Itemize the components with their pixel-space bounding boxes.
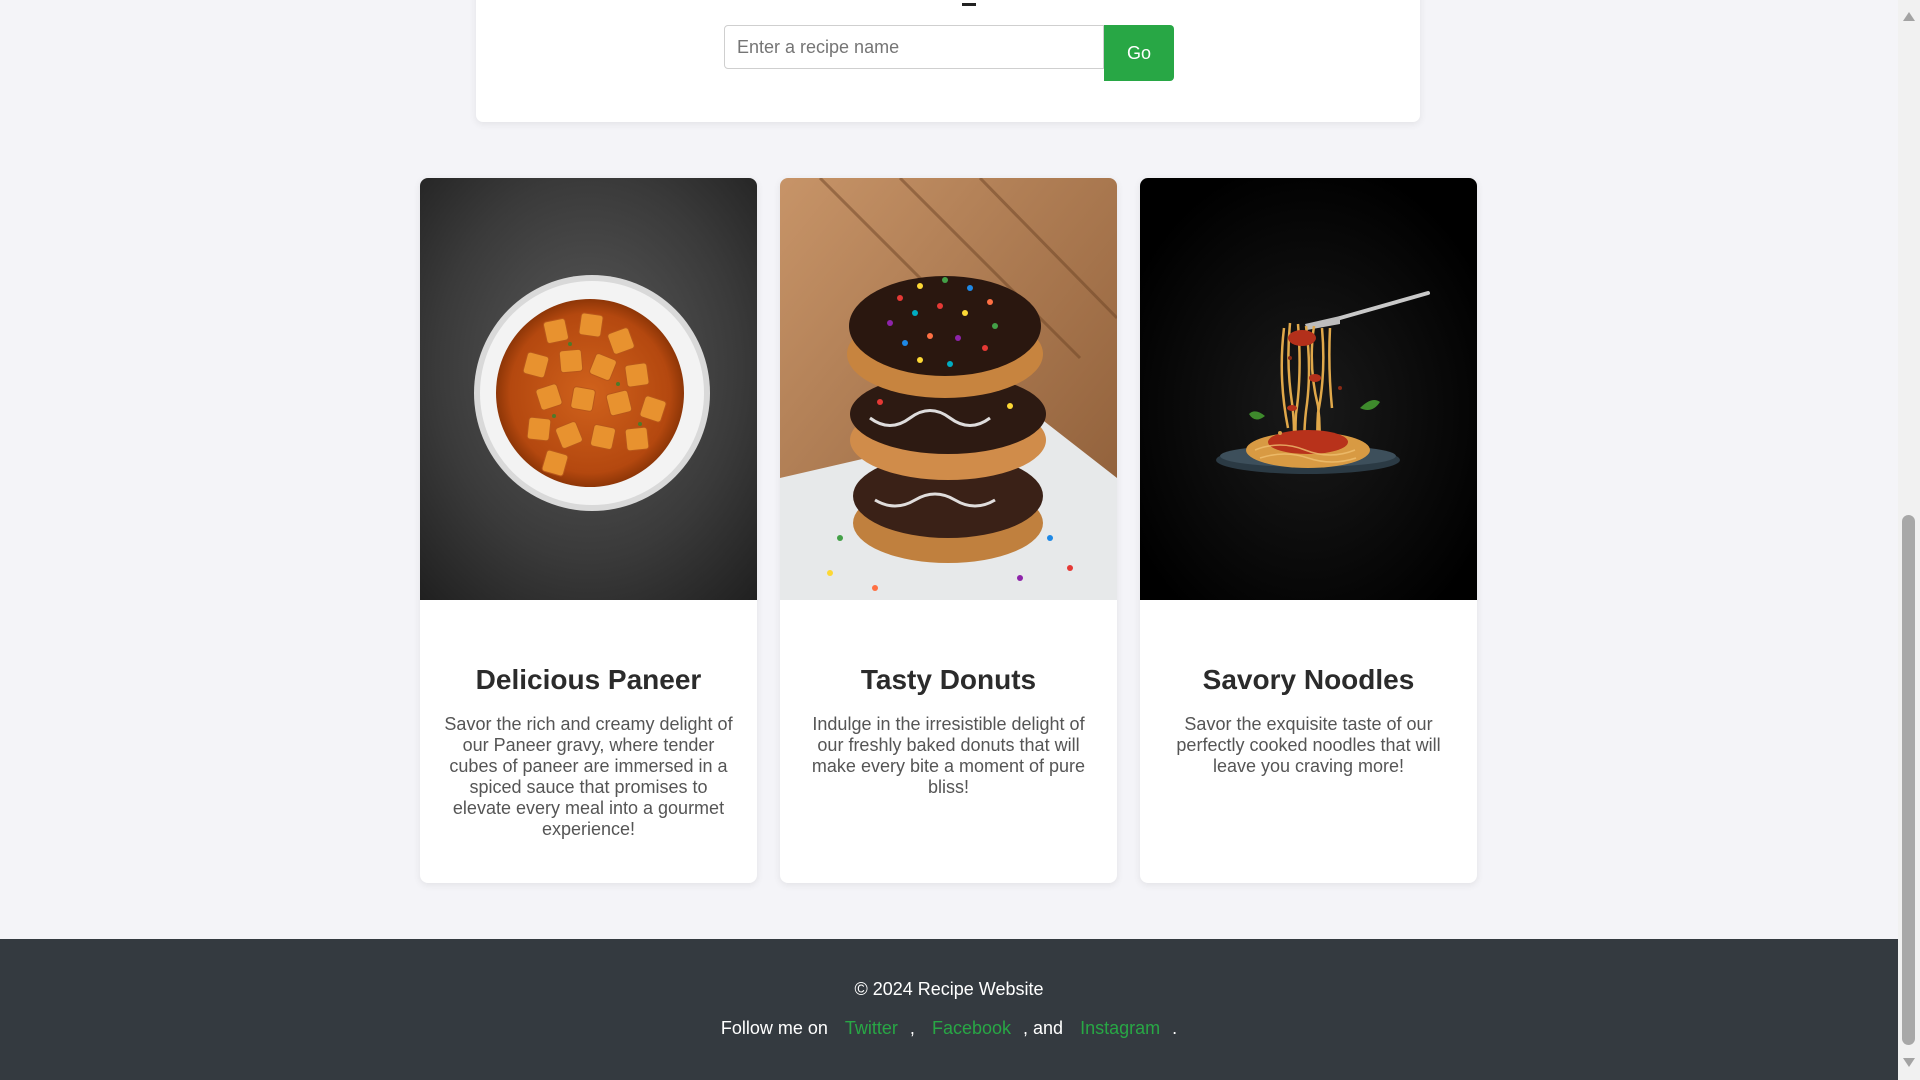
instagram-link[interactable]: Instagram	[1080, 1018, 1160, 1038]
go-button[interactable]: Go	[1104, 25, 1174, 81]
facebook-link[interactable]: Facebook	[932, 1018, 1011, 1038]
separator: ,	[909, 1018, 915, 1038]
social-links: Follow me on Twitter, Facebook , and Inst…	[0, 1018, 1898, 1039]
recipe-title: Tasty Donuts	[860, 664, 1037, 695]
recipe-title: Savory Noodles	[1202, 664, 1415, 695]
scroll-up-arrow-icon[interactable]	[1903, 12, 1915, 21]
separator: , and	[1023, 1018, 1064, 1038]
twitter-link[interactable]: Twitter	[845, 1018, 898, 1038]
site-footer: © 2024 Recipe Website Follow me on Twitt…	[0, 939, 1898, 1080]
recipe-description: Savor the rich and creamy delight of our…	[444, 714, 733, 839]
recipe-title: Delicious Paneer	[475, 664, 702, 695]
follow-prefix: Follow me on	[720, 1018, 828, 1038]
donuts-image	[780, 178, 1117, 600]
copyright-text: © 2024 Recipe Website	[854, 979, 1044, 999]
recipe-description: Savor the exquisite taste of our perfect…	[1176, 714, 1441, 776]
heading-fragment	[962, 0, 976, 6]
recipe-search-input[interactable]	[724, 25, 1104, 69]
paneer-image	[420, 178, 757, 600]
scroll-thumb[interactable]	[1902, 515, 1915, 1045]
recipe-description: Indulge in the irresistible delight of o…	[811, 714, 1086, 797]
recipe-card-donuts[interactable]: Tasty Donuts Indulge in the irresistible…	[780, 178, 1117, 883]
scroll-down-arrow-icon[interactable]	[1903, 1058, 1915, 1067]
recipe-card-paneer[interactable]: Delicious Paneer Savor the rich and crea…	[420, 178, 757, 883]
vertical-scrollbar[interactable]	[1898, 0, 1920, 1080]
page: Go	[0, 0, 1898, 1080]
noodles-image	[1140, 178, 1477, 600]
recipe-card-noodles[interactable]: Savory Noodles Savor the exquisite taste…	[1140, 178, 1477, 883]
separator: .	[1172, 1018, 1178, 1038]
